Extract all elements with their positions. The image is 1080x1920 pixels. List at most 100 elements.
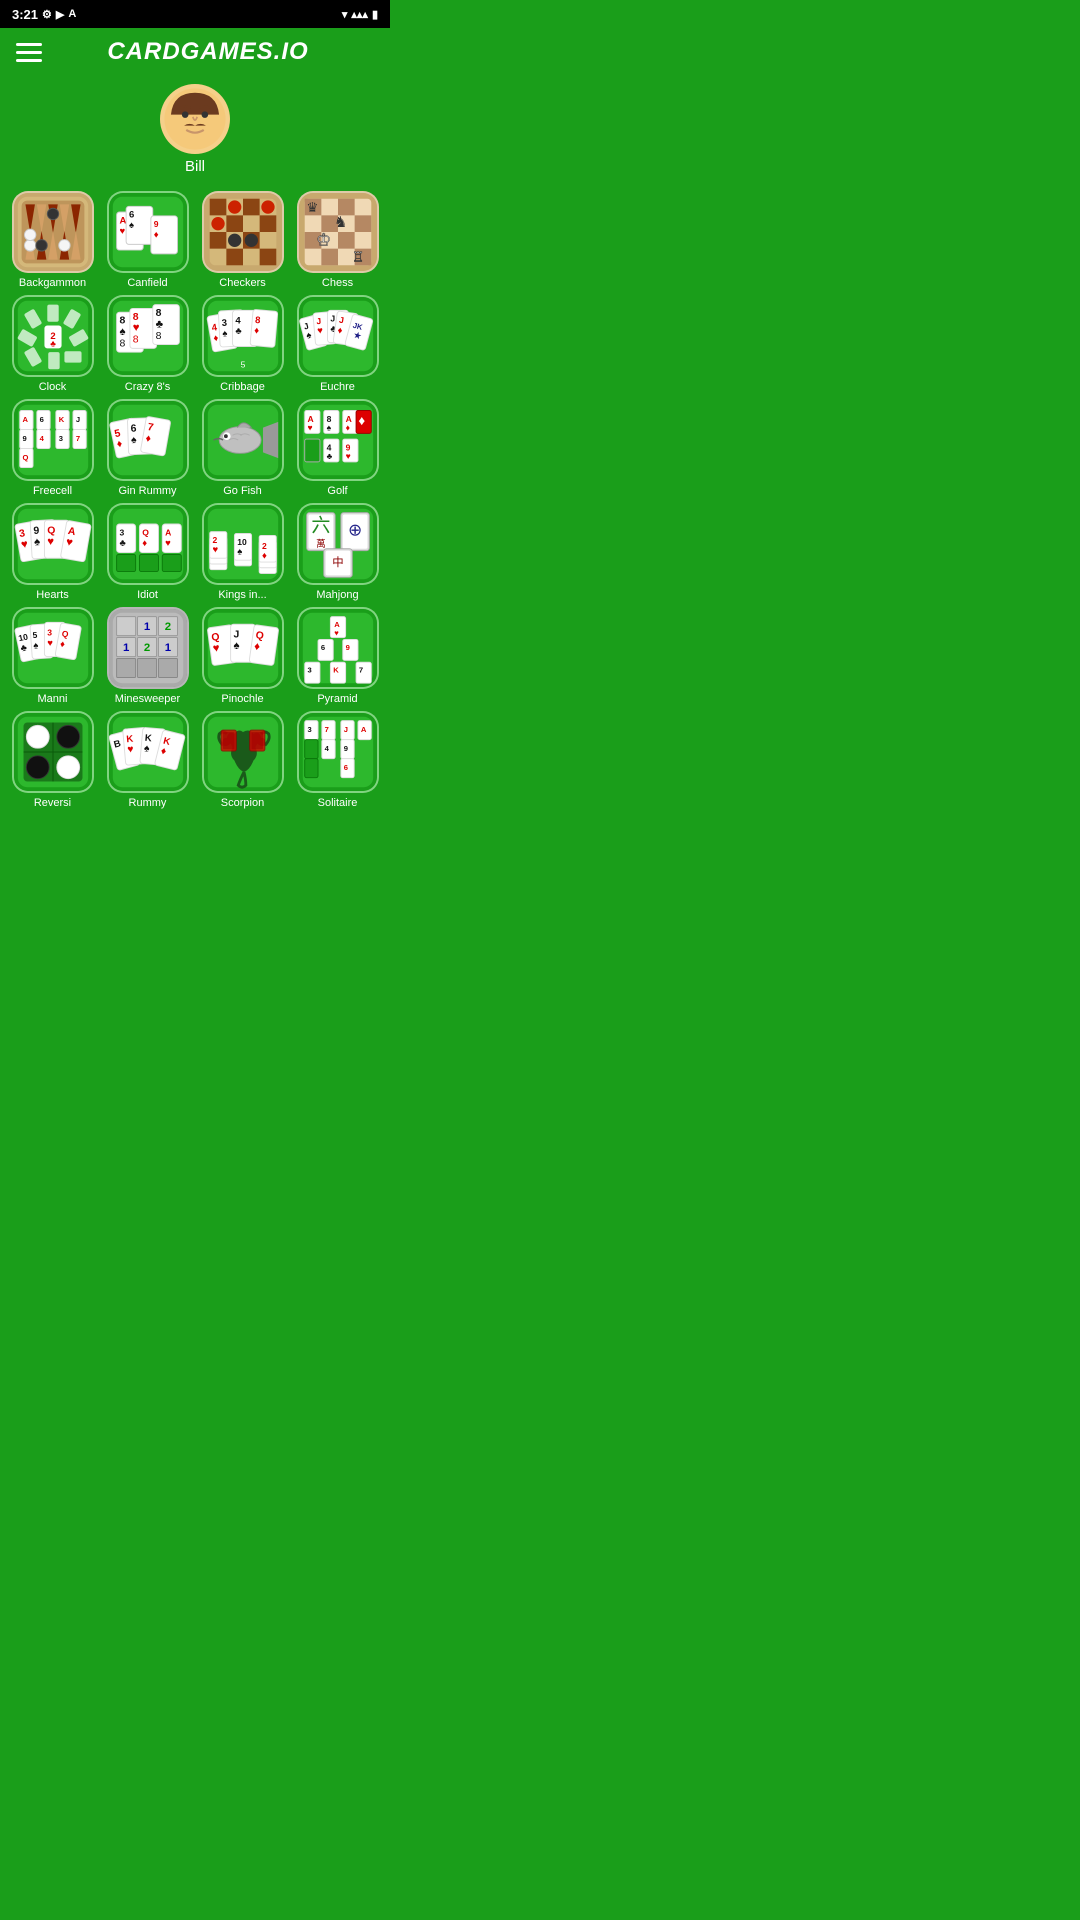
game-icon-crazy8: 8 ♠ 8 8 ♥ 8 8 ♣ 8 — [107, 295, 189, 377]
svg-text:1: 1 — [122, 642, 129, 654]
game-item-hearts[interactable]: 3 ♥ 9 ♠ Q ♥ A ♥ Hearts — [8, 503, 97, 601]
svg-text:7: 7 — [358, 666, 362, 675]
game-label-minesweeper: Minesweeper — [115, 693, 180, 705]
game-icon-golf: A ♥ 8 ♠ A ♦ 4 ♣ 9 ♥ ♦ — [297, 399, 379, 481]
game-label-freecell: Freecell — [33, 485, 72, 497]
game-item-checkers[interactable]: Checkers — [198, 191, 287, 289]
game-item-ginrummy[interactable]: 5 ♦ 6 ♠ 7 ♦ Gin Rummy — [103, 399, 192, 497]
svg-text:J: J — [330, 314, 335, 324]
game-item-freecell[interactable]: A 9 Q 6 4 K 3 J 7 Fre — [8, 399, 97, 497]
game-item-manni[interactable]: 10 ♣ 5 ♠ 3 ♥ Q ♦ Manni — [8, 607, 97, 705]
svg-text:中: 中 — [332, 556, 343, 569]
game-item-cribbage[interactable]: 4 ♦ 3 ♠ 4 ♣ 8 ♦ 5 Cribbage — [198, 295, 287, 393]
game-label-canfield: Canfield — [127, 277, 167, 289]
game-item-pyramid[interactable]: A ♥ 6 9 3 K 7 Pyramid — [293, 607, 382, 705]
menu-button[interactable] — [16, 43, 42, 62]
svg-text:8: 8 — [119, 338, 125, 349]
game-item-backgammon[interactable]: Backgammon — [8, 191, 97, 289]
game-icon-freecell: A 9 Q 6 4 K 3 J 7 — [12, 399, 94, 481]
wifi-icon: ▾ — [342, 8, 348, 21]
svg-text:♠: ♠ — [233, 640, 239, 652]
svg-text:K: K — [58, 415, 64, 424]
svg-text:♠: ♠ — [33, 536, 40, 548]
svg-text:♠: ♠ — [130, 435, 136, 446]
game-label-ginrummy: Gin Rummy — [118, 485, 176, 497]
svg-text:♥: ♥ — [212, 545, 218, 556]
svg-text:K: K — [333, 666, 339, 675]
game-item-euchre[interactable]: J ♠ J ♥ J ♣ J ♦ JK ★ Euchre — [293, 295, 382, 393]
svg-text:萬: 萬 — [316, 538, 326, 550]
game-label-chess: Chess — [322, 277, 353, 289]
svg-text:J: J — [343, 725, 347, 734]
svg-text:J: J — [75, 415, 79, 424]
svg-text:7: 7 — [75, 434, 79, 443]
svg-text:9: 9 — [22, 434, 26, 443]
time-display: 3:21 — [12, 7, 38, 22]
svg-text:♥: ♥ — [47, 536, 54, 548]
svg-text:♦: ♦ — [358, 413, 365, 428]
svg-text:1: 1 — [143, 621, 150, 633]
game-item-crazy8[interactable]: 8 ♠ 8 8 ♥ 8 8 ♣ 8 Crazy 8's — [103, 295, 192, 393]
games-grid: Backgammon A ♥ 6 ♠ 9 ♦ Canfield — [0, 191, 390, 825]
svg-text:9: 9 — [153, 219, 158, 229]
play-icon: ▶ — [56, 8, 64, 21]
hamburger-line-3 — [16, 59, 42, 62]
svg-text:♠: ♠ — [119, 326, 125, 338]
svg-text:♠: ♠ — [128, 220, 133, 231]
game-item-solitaire[interactable]: 3 7 4 J 9 6 A Solitaire — [293, 711, 382, 809]
game-item-minesweeper[interactable]: 1 2 1 2 1 Minesweeper — [103, 607, 192, 705]
svg-text:4: 4 — [235, 316, 241, 327]
svg-text:9: 9 — [343, 744, 347, 753]
avatar-svg — [160, 84, 230, 154]
game-item-scorpion[interactable]: Scorpion — [198, 711, 287, 809]
svg-text:A: A — [165, 527, 171, 537]
svg-text:♥: ♥ — [307, 422, 312, 432]
svg-text:♥: ♥ — [334, 629, 339, 638]
game-label-rummy: Rummy — [129, 797, 167, 809]
game-item-mahjong[interactable]: 六 萬 ⊕ 中 Mahjong — [293, 503, 382, 601]
svg-text:3: 3 — [307, 725, 311, 734]
svg-text:5: 5 — [32, 630, 38, 640]
game-icon-pinochle: Q ♥ J ♠ Q ♦ — [202, 607, 284, 689]
svg-text:8: 8 — [155, 308, 161, 319]
game-item-rummy[interactable]: B K ♥ K ♠ K ♦ Rummy — [103, 711, 192, 809]
game-icon-solitaire: 3 7 4 J 9 6 A — [297, 711, 379, 793]
game-item-reversi[interactable]: Reversi — [8, 711, 97, 809]
game-item-chess[interactable]: ♔ ♞ ♖ ♛ Chess — [293, 191, 382, 289]
hamburger-line-1 — [16, 43, 42, 46]
game-icon-ginrummy: 5 ♦ 6 ♠ 7 ♦ — [107, 399, 189, 481]
game-item-gofish[interactable]: Go Fish — [198, 399, 287, 497]
svg-text:6: 6 — [320, 643, 324, 652]
game-item-kings[interactable]: 2 ♥ 10 ♠ 2 ♦ Kings in... — [198, 503, 287, 601]
svg-text:8: 8 — [119, 316, 125, 327]
game-item-pinochle[interactable]: Q ♥ J ♠ Q ♦ Pinochle — [198, 607, 287, 705]
game-item-canfield[interactable]: A ♥ 6 ♠ 9 ♦ Canfield — [103, 191, 192, 289]
game-label-pinochle: Pinochle — [221, 693, 263, 705]
svg-text:J: J — [233, 630, 239, 641]
game-item-golf[interactable]: A ♥ 8 ♠ A ♦ 4 ♣ 9 ♥ ♦ Golf — [293, 399, 382, 497]
svg-text:2: 2 — [164, 621, 170, 633]
svg-text:♞: ♞ — [334, 214, 348, 231]
svg-text:♦: ♦ — [142, 538, 147, 549]
game-label-hearts: Hearts — [36, 589, 68, 601]
svg-text:♠: ♠ — [326, 422, 331, 432]
game-label-checkers: Checkers — [219, 277, 265, 289]
svg-text:5: 5 — [240, 359, 245, 369]
svg-text:3: 3 — [58, 434, 62, 443]
game-item-clock[interactable]: 2 ♣ Clock — [8, 295, 97, 393]
game-label-clock: Clock — [39, 381, 67, 393]
svg-text:♦: ♦ — [262, 550, 267, 561]
svg-text:3: 3 — [47, 628, 52, 638]
settings-icon: ⚙ — [42, 8, 52, 21]
svg-text:3: 3 — [307, 666, 311, 675]
svg-text:♣: ♣ — [50, 338, 56, 348]
svg-text:♣: ♣ — [119, 538, 125, 549]
game-item-idiot[interactable]: 3 ♣ Q ♦ A ♥ Idiot — [103, 503, 192, 601]
svg-text:♥: ♥ — [47, 638, 53, 649]
avatar[interactable] — [160, 84, 230, 154]
status-right: ▾ ▴▴▴ ▮ — [342, 8, 378, 21]
game-icon-rummy: B K ♥ K ♠ K ♦ — [107, 711, 189, 793]
svg-text:♦: ♦ — [153, 230, 158, 241]
status-bar: 3:21 ⚙ ▶ A ▾ ▴▴▴ ▮ — [0, 0, 390, 28]
battery-icon: ▮ — [372, 8, 378, 21]
